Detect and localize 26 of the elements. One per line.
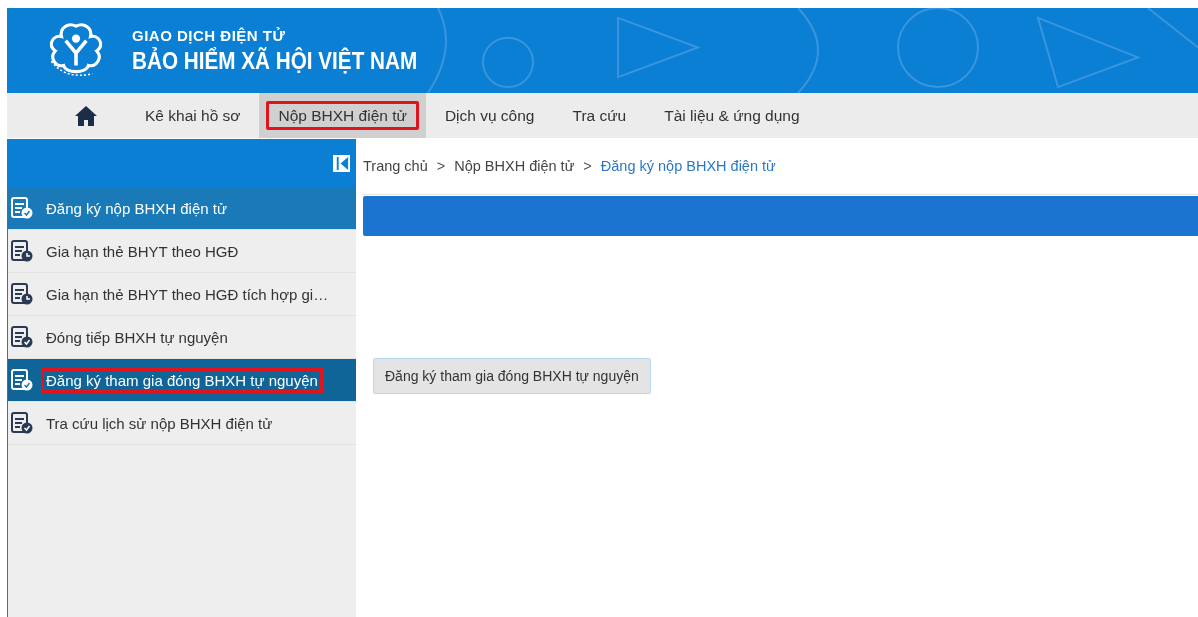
breadcrumb-link[interactable]: Trang chủ — [363, 158, 428, 174]
sidebar-item[interactable]: Đăng ký nộp BHXH điện tử — [8, 187, 356, 230]
sidebar-item[interactable]: Gia hạn thẻ BHYT theo HGĐ — [8, 230, 356, 273]
document-check-icon — [11, 197, 33, 219]
nav-tab[interactable]: Nộp BHXH điện tử — [259, 93, 426, 138]
breadcrumb-link[interactable]: Đăng ký nộp BHXH điện tử — [600, 158, 776, 174]
breadcrumb-link[interactable]: Nộp BHXH điện tử — [454, 158, 575, 174]
header-subtitle: GIAO DỊCH ĐIỆN TỬ — [132, 26, 287, 44]
sidebar-item[interactable]: Đăng ký tham gia đóng BHXH tự nguyện — [8, 359, 356, 402]
register-button[interactable]: Đăng ký tham gia đóng BHXH tự nguyện — [373, 358, 651, 394]
collapse-icon[interactable] — [333, 154, 350, 172]
nav-tab[interactable]: Tra cứu — [553, 93, 646, 138]
sidebar-item[interactable]: Gia hạn thẻ BHYT theo HGĐ tích hợp gi… — [8, 273, 356, 316]
document-check-icon — [11, 369, 33, 391]
document-check-icon — [11, 326, 33, 348]
home-icon[interactable] — [74, 104, 98, 127]
header-title: BẢO HIỂM XÃ HỘI VIỆT NAM — [132, 47, 418, 75]
breadcrumb-separator: > — [583, 158, 592, 174]
document-check-icon — [11, 412, 33, 434]
nav-tab[interactable]: Kê khai hồ sơ — [126, 93, 260, 138]
nav-tab[interactable]: Dịch vụ công — [425, 93, 554, 138]
nav-tab[interactable]: Tài liệu & ứng dụng — [645, 93, 819, 138]
document-clock-icon — [11, 283, 33, 305]
breadcrumb-separator: > — [436, 158, 446, 174]
document-clock-icon — [11, 240, 33, 262]
sidebar-item[interactable]: Tra cứu lịch sử nộp BHXH điện tử — [8, 402, 356, 445]
